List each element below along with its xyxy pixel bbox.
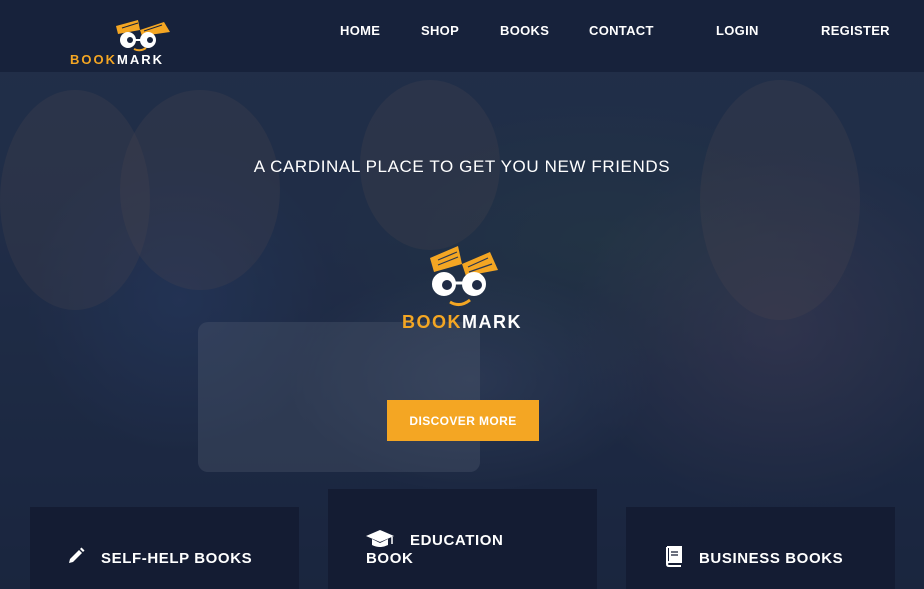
category-label-line2: BOOK [366,550,414,567]
category-label: SELF-HELP BOOKS [101,550,253,567]
navbar: BOOKMARK HOME SHOP BOOKS CONTACT LOGIN R… [0,0,924,72]
nav-register[interactable]: REGISTER [821,23,890,38]
category-card-education[interactable]: EDUCATION BOOK [328,489,597,589]
discover-more-button[interactable]: DISCOVER MORE [387,400,539,441]
bookmark-logo-icon [430,246,498,307]
category-card-self-help[interactable]: SELF-HELP BOOKS [30,507,299,589]
category-label-line1: EDUCATION [410,532,504,549]
pencil-icon [69,547,85,563]
nav-home[interactable]: HOME [340,23,380,38]
hero-logo: BOOKMARK [392,244,532,334]
graduation-cap-icon [366,530,394,547]
category-label: BUSINESS BOOKS [699,550,844,567]
nav-login[interactable]: LOGIN [716,23,759,38]
nav-contact[interactable]: CONTACT [589,23,654,38]
brand-name: BOOKMARK [70,52,164,67]
nav-shop[interactable]: SHOP [421,23,459,38]
hero-tagline: A CARDINAL PLACE TO GET YOU NEW FRIENDS [253,157,671,176]
hero-brand-name: BOOKMARK [402,312,522,332]
book-icon [665,546,682,567]
nav-books[interactable]: BOOKS [500,23,549,38]
category-card-business[interactable]: BUSINESS BOOKS [626,507,895,589]
bookmark-logo-icon [116,20,170,52]
brand-logo[interactable]: BOOKMARK [70,16,210,67]
